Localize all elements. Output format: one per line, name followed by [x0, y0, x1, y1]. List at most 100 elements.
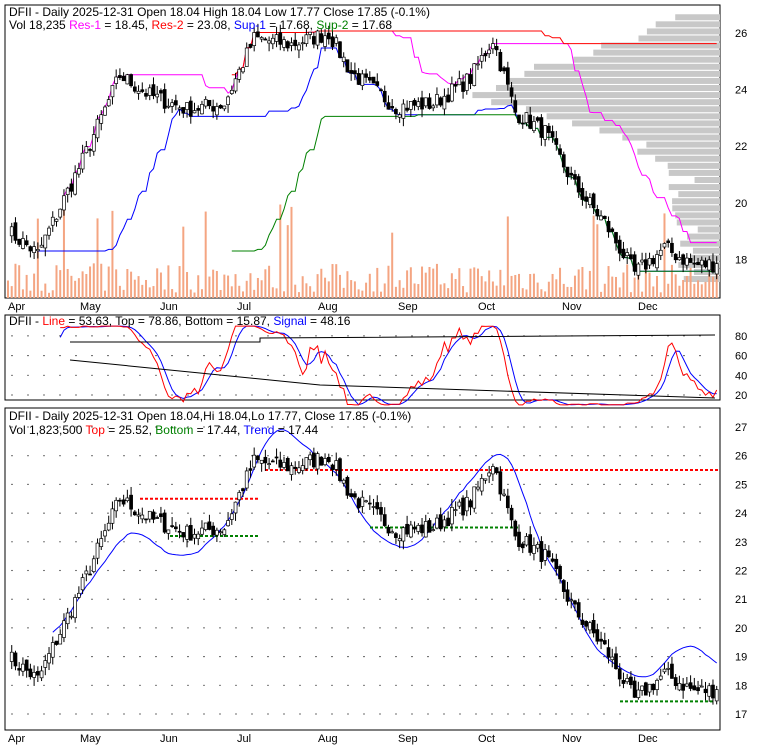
candle — [520, 122, 525, 125]
grid-dot — [315, 656, 317, 658]
grid-dot — [491, 713, 493, 715]
grid-dot — [187, 684, 189, 686]
candle — [151, 511, 156, 520]
volume-bar — [77, 278, 80, 298]
volume-bar — [357, 289, 360, 298]
volume-bar — [368, 273, 371, 298]
candle — [390, 531, 395, 534]
volume-bar — [208, 276, 211, 298]
volume-profile-bar — [637, 148, 720, 155]
grid-dot — [187, 541, 189, 543]
candle — [591, 620, 596, 634]
candle — [84, 146, 89, 154]
candle — [550, 131, 555, 138]
volume-bar — [566, 286, 569, 298]
grid-dot — [603, 455, 605, 457]
candle — [457, 501, 462, 507]
volume-bar — [186, 272, 189, 298]
grid-dot — [331, 335, 333, 337]
candle — [170, 525, 174, 527]
candle — [636, 263, 641, 276]
grid-dot — [219, 512, 221, 514]
grid-dot — [11, 394, 13, 396]
grid-dot — [699, 455, 701, 457]
grid-dot — [363, 394, 365, 396]
grid-dot — [395, 656, 397, 658]
grid-dot — [683, 627, 685, 629]
volume-bar — [656, 275, 659, 298]
candle — [412, 99, 417, 106]
volume-bar — [286, 225, 289, 298]
candle — [681, 254, 685, 265]
candle — [595, 209, 600, 217]
x-tick-label: Aug — [318, 301, 338, 313]
grid-dot — [139, 512, 141, 514]
grid-dot — [555, 374, 557, 376]
candle — [543, 125, 547, 140]
candle — [77, 168, 81, 175]
candle — [222, 529, 227, 535]
candle — [95, 118, 100, 139]
volume-bar — [33, 273, 36, 298]
candle — [330, 464, 335, 471]
volume-bar — [450, 273, 453, 298]
y-tick-label: 22 — [735, 566, 747, 578]
volume-bar — [189, 289, 192, 298]
grid-dot — [91, 627, 93, 629]
volume-bar — [174, 292, 177, 298]
grid-dot — [699, 627, 701, 629]
candle — [554, 558, 559, 570]
x-tick-label: Oct — [478, 301, 495, 313]
grid-dot — [203, 598, 205, 600]
grid-dot — [91, 355, 93, 357]
candle — [356, 73, 361, 85]
candle — [640, 685, 644, 691]
grid-dot — [43, 541, 45, 543]
candle — [509, 87, 514, 97]
grid-dot — [443, 627, 445, 629]
grid-dot — [651, 569, 653, 572]
grid-dot — [443, 713, 445, 715]
grid-dot — [683, 455, 685, 457]
candle — [349, 493, 354, 497]
candle — [655, 254, 659, 269]
grid-dot — [363, 483, 365, 485]
grid-dot — [587, 374, 589, 376]
volume-bar — [103, 290, 106, 298]
candle — [28, 246, 33, 252]
volume-bar — [305, 283, 308, 298]
grid-dot — [651, 627, 653, 629]
volume-bar — [316, 274, 319, 298]
grid-dot — [187, 394, 189, 396]
volume-bar — [301, 276, 304, 298]
volume-bar — [648, 272, 651, 298]
grid-dot — [459, 569, 461, 572]
grid-dot — [587, 355, 589, 357]
grid-dot — [11, 713, 13, 715]
grid-dot — [507, 656, 509, 658]
volume-bar — [439, 284, 442, 298]
candle — [450, 507, 454, 525]
candle — [685, 683, 689, 687]
candle — [28, 668, 33, 678]
grid-dot — [683, 512, 685, 514]
grid-dot — [299, 656, 301, 658]
grid-dot — [363, 684, 365, 686]
candle — [32, 671, 36, 678]
grid-dot — [427, 713, 429, 715]
grid-dot — [219, 355, 221, 357]
candle — [629, 676, 633, 686]
grid-dot — [523, 455, 525, 457]
grid-dot — [395, 598, 397, 600]
volume-profile-bar — [495, 85, 720, 92]
candle — [270, 37, 275, 45]
grid-dot — [251, 627, 253, 629]
candle — [21, 238, 25, 249]
grid-dot — [571, 656, 573, 658]
volume-profile-bar — [572, 120, 720, 127]
candle — [602, 215, 607, 219]
candle — [699, 685, 704, 688]
grid-dot — [171, 335, 173, 337]
grid-dot — [427, 541, 429, 543]
grid-dot — [571, 627, 573, 629]
